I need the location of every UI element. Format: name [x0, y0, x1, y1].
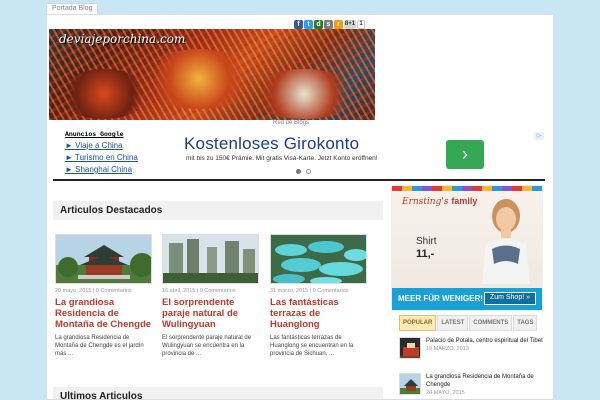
featured-article[interactable]: 20 mayo, 2015 | 0 Comentarios La grandio…: [55, 234, 152, 358]
delicious-icon[interactable]: d: [314, 20, 323, 29]
facebook-icon[interactable]: f: [294, 20, 303, 29]
article-title[interactable]: Las fantásticas terrazas de Huanglong: [270, 297, 367, 330]
ad-product: Shirt: [416, 236, 437, 247]
pagoda-thumb-image: [400, 374, 420, 394]
article-thumbnail[interactable]: [270, 234, 367, 284]
carousel-dot[interactable]: [306, 169, 311, 174]
site-title[interactable]: deviajeporchina.com: [59, 32, 185, 46]
tab-comments[interactable]: COMMENTS: [469, 315, 513, 331]
ad-link[interactable]: ► Turismo en China: [65, 153, 157, 162]
latest-heading: Ultimos Articulos: [53, 387, 383, 399]
ad-banner[interactable]: Kostenloses Girokonto mit bis zu 150€ Pr…: [157, 131, 545, 181]
ad-link[interactable]: ► Viaje a China: [65, 141, 157, 150]
header-banner[interactable]: deviajeporchina.com: [49, 29, 375, 120]
post-date: 20 MAYO, 2015: [426, 390, 465, 396]
potala-image: [400, 338, 420, 358]
tab-latest[interactable]: LATEST: [437, 315, 469, 331]
article-title[interactable]: La grandiosa Residencia de Montaña de Ch…: [55, 297, 152, 330]
post-date: 19 MARZO, 2013: [426, 346, 469, 352]
sidebar-tabs: POPULAR LATEST COMMENTS TAGS: [399, 315, 538, 331]
featured-article[interactable]: 31 marzo, 2015 | 0 Comentarios Las fantá…: [270, 234, 367, 358]
article-excerpt: El sorprendente paraje natural de Wuling…: [162, 335, 252, 357]
ad-choices-icon[interactable]: ▷: [534, 132, 544, 140]
tab-popular[interactable]: POPULAR: [399, 315, 437, 331]
banner-decoration: [139, 49, 259, 109]
pagoda-image: [56, 235, 151, 283]
terraces-image: [271, 235, 366, 283]
ad-link[interactable]: ► Shanghai China: [65, 165, 157, 174]
ad-brand-italic: Ernsting's: [402, 197, 449, 207]
article-thumbnail[interactable]: [55, 234, 152, 284]
post-title[interactable]: La grandiosa Residencia de Montaña de Ch…: [426, 373, 543, 389]
header-divider: [53, 179, 545, 181]
ad-subtitle: mit bis zu 150€ Prämie. Mit gratis Visa-…: [186, 155, 378, 162]
ad-links-heading: Anuncios Google: [65, 131, 124, 138]
list-item[interactable]: Palacio de Potala, centro espiritual del…: [399, 337, 543, 359]
mountains-image: [163, 235, 258, 283]
article-meta: 31 marzo, 2015 | 0 Comentarios: [270, 288, 349, 294]
article-meta: 16 abril, 2015 | 0 Comentarios: [162, 288, 236, 294]
article-title[interactable]: El sorprendente paraje natural de Wuling…: [162, 297, 259, 330]
post-title[interactable]: Palacio de Potala, centro espiritual del…: [426, 337, 543, 345]
model-image: [482, 199, 530, 284]
banner-decoration: [249, 69, 359, 119]
tab-tags[interactable]: TAGS: [513, 315, 538, 331]
twitter-icon[interactable]: t: [304, 20, 313, 29]
rss-icon[interactable]: r: [334, 20, 343, 29]
featured-heading: Articulos Destacados: [53, 201, 383, 220]
ad-links-box: Anuncios Google ► Viaje a China ► Turism…: [65, 131, 157, 177]
list-item[interactable]: La grandiosa Residencia de Montaña de Ch…: [399, 373, 543, 396]
popular-list: Palacio de Potala, centro espiritual del…: [399, 337, 543, 399]
ad-color-strip: [392, 186, 542, 191]
article-excerpt: La grandiosa Residencia de Montaña de Ch…: [55, 335, 144, 357]
gplus-button[interactable]: 8+1: [344, 20, 356, 29]
ad-footer-bar: MEER FÜR WENIGER! Zum Shop! »: [392, 288, 542, 310]
ad-go-button[interactable]: ›: [446, 140, 484, 169]
carousel-dot[interactable]: [296, 169, 301, 174]
ad-tagline: MEER FÜR WENIGER!: [398, 294, 483, 303]
ad-brand-logo: Ernsting's family: [402, 196, 477, 207]
banner-decoration: [59, 69, 149, 119]
ad-price: 11,-: [416, 248, 435, 260]
article-excerpt: Las fantásticas terrazas de Huanglong se…: [270, 335, 354, 357]
gplus-count: 1: [357, 20, 365, 29]
sidebar-ad[interactable]: Ernsting's family Shirt 11,- MEER FÜR WE…: [391, 185, 543, 311]
post-thumbnail[interactable]: [399, 337, 421, 359]
article-meta: 20 mayo, 2015 | 0 Comentarios: [55, 288, 132, 294]
network-label[interactable]: Red de Blogs: [273, 120, 309, 126]
ad-carousel-dots[interactable]: [296, 169, 311, 174]
featured-article[interactable]: 16 abril, 2015 | 0 Comentarios El sorpre…: [162, 234, 259, 358]
ad-title[interactable]: Kostenloses Girokonto: [184, 134, 359, 154]
ad-shop-button[interactable]: Zum Shop! »: [483, 292, 536, 305]
social-share-bar: f t d s r 8+1 1: [294, 20, 365, 29]
post-thumbnail[interactable]: [399, 373, 421, 395]
article-thumbnail[interactable]: [162, 234, 259, 284]
share-icon[interactable]: s: [324, 20, 333, 29]
page-container: f t d s r 8+1 1 deviajeporchina.com Red de Blo…: [46, 14, 554, 400]
